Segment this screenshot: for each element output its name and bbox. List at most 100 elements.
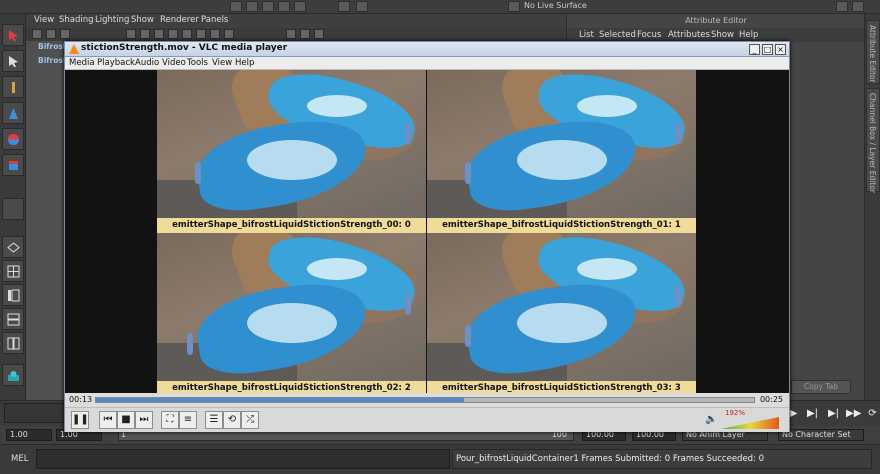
field-chart-icon[interactable]: [314, 29, 324, 39]
stop-button[interactable]: ■: [117, 411, 135, 429]
vlc-title-bar[interactable]: stictionStrength.mov - VLC media player …: [65, 42, 789, 57]
volume-slider[interactable]: [721, 417, 779, 429]
vlc-menu-playback[interactable]: Playback: [97, 58, 135, 68]
shuffle-button[interactable]: ⤮: [241, 411, 259, 429]
layout-icon[interactable]: [836, 1, 848, 12]
single-pane-layout-button[interactable]: [2, 236, 24, 258]
step-forward-icon[interactable]: ▶|: [806, 407, 819, 420]
camera-attr-icon[interactable]: [46, 29, 56, 39]
scale-tool-button[interactable]: [2, 154, 24, 176]
foam-shape: [577, 258, 637, 280]
attr-menu-help[interactable]: Help: [739, 30, 758, 40]
snap-surface-icon[interactable]: [294, 1, 306, 12]
tab-attribute-editor[interactable]: Attribute Editor: [866, 20, 880, 84]
character-figure: [195, 162, 201, 184]
panel-menu-lighting[interactable]: Lighting: [95, 15, 129, 25]
character-set-dropdown[interactable]: No Character Set: [778, 429, 864, 441]
tab-channel-box[interactable]: Channel Box / Layer Editor: [866, 88, 880, 193]
graph-layout-button[interactable]: [2, 308, 24, 330]
graph-layout-icon: [7, 313, 20, 326]
last-tool-button[interactable]: [2, 198, 24, 220]
single-pane-icon: [7, 242, 20, 253]
lights-icon[interactable]: [182, 29, 192, 39]
ipr-render-icon[interactable]: [356, 1, 368, 12]
extended-settings-button[interactable]: ≡: [179, 411, 197, 429]
rotate-tool-button[interactable]: [2, 128, 24, 150]
minimize-button[interactable]: _: [749, 44, 760, 55]
paint-select-tool-button[interactable]: [2, 76, 24, 98]
four-pane-icon: [7, 265, 20, 278]
move-tool-button[interactable]: [2, 102, 24, 124]
snap-view-icon[interactable]: [278, 1, 290, 12]
command-line: MEL Pour_bifrostLiquidContainer1 Frames …: [0, 444, 880, 474]
lasso-tool-button[interactable]: [2, 50, 24, 72]
bifrost-shelf-button[interactable]: [2, 364, 24, 386]
next-key-icon[interactable]: ▶|: [827, 407, 840, 420]
vlc-menu-tools[interactable]: Tools: [187, 58, 208, 68]
attribute-editor-menu: List Selected Focus Attributes Show Help: [567, 28, 865, 42]
playlist-button[interactable]: ☰: [205, 411, 223, 429]
pause-button[interactable]: ❚❚: [71, 411, 89, 429]
live-surface-label: No Live Surface: [524, 1, 587, 10]
xray-icon[interactable]: [224, 29, 234, 39]
animation-start-field[interactable]: 1.00: [6, 429, 52, 441]
smooth-shade-icon[interactable]: [154, 29, 164, 39]
attr-menu-list[interactable]: List: [579, 30, 594, 40]
vlc-menu-video[interactable]: Video: [162, 58, 186, 68]
speaker-icon[interactable]: 🔈: [705, 414, 717, 425]
settings-icon[interactable]: [852, 1, 864, 12]
snap-point-icon[interactable]: [262, 1, 274, 12]
bifrost-icon: [8, 371, 19, 381]
film-gate-icon[interactable]: [300, 29, 310, 39]
go-to-end-icon[interactable]: ▶▶: [846, 407, 861, 420]
attr-menu-selected[interactable]: Selected: [599, 30, 636, 40]
character-figure: [465, 162, 471, 184]
panel-menu-shading[interactable]: Shading: [59, 15, 94, 25]
select-tool-button[interactable]: [2, 24, 24, 46]
previous-button[interactable]: ⏮: [99, 411, 117, 429]
seek-slider[interactable]: [95, 397, 755, 403]
panel-menu-renderer[interactable]: Renderer: [160, 15, 199, 25]
mel-command-input[interactable]: [36, 449, 450, 469]
playback-options-icon[interactable]: ⟳: [866, 407, 879, 420]
character-figure: [405, 122, 411, 144]
loop-button[interactable]: ⟲: [223, 411, 241, 429]
maximize-button[interactable]: □: [762, 44, 773, 55]
outliner-item-bifrost-2[interactable]: Bifrost: [38, 56, 66, 65]
playlist-icon: ☰: [209, 414, 219, 425]
simulation-frame: [157, 233, 426, 381]
textured-icon[interactable]: [168, 29, 178, 39]
vlc-menu-audio[interactable]: Audio: [135, 58, 159, 68]
panel-menu-show[interactable]: Show: [131, 15, 154, 25]
shadows-icon[interactable]: [196, 29, 206, 39]
isolate-select-icon[interactable]: [210, 29, 220, 39]
panel-menu-panels[interactable]: Panels: [201, 15, 228, 25]
close-button[interactable]: ×: [775, 44, 786, 55]
video-area[interactable]: emitterShape_bifrostLiquidStictionStreng…: [65, 70, 789, 396]
camera-select-icon[interactable]: [32, 29, 42, 39]
rotate-sphere-icon: [8, 134, 19, 145]
wireframe-icon[interactable]: [140, 29, 150, 39]
next-button[interactable]: ⏭: [135, 411, 153, 429]
attr-menu-focus[interactable]: Focus: [637, 30, 661, 40]
live-surface-icon[interactable]: [508, 1, 520, 12]
panel-menu-view[interactable]: View: [34, 15, 54, 25]
attr-menu-show[interactable]: Show: [711, 30, 734, 40]
render-icon[interactable]: [338, 1, 350, 12]
bookmark-icon[interactable]: [60, 29, 70, 39]
hypershade-layout-button[interactable]: [2, 332, 24, 354]
snap-grid-icon[interactable]: [230, 1, 242, 12]
vlc-menu-media[interactable]: Media: [69, 58, 95, 68]
grid-toggle-icon[interactable]: [126, 29, 136, 39]
copy-tab-button[interactable]: Copy Tab: [791, 380, 851, 394]
mel-label[interactable]: MEL: [11, 454, 28, 464]
resolution-gate-icon[interactable]: [286, 29, 296, 39]
vlc-menu-view[interactable]: View: [212, 58, 232, 68]
vlc-menu-help[interactable]: Help: [235, 58, 254, 68]
attr-menu-attributes[interactable]: Attributes: [668, 30, 710, 40]
four-pane-layout-button[interactable]: [2, 260, 24, 282]
snap-curve-icon[interactable]: [246, 1, 258, 12]
fullscreen-button[interactable]: ⛶: [161, 411, 179, 429]
persp-outliner-layout-button[interactable]: [2, 284, 24, 306]
outliner-item-bifrost-1[interactable]: Bifrost: [38, 42, 66, 51]
